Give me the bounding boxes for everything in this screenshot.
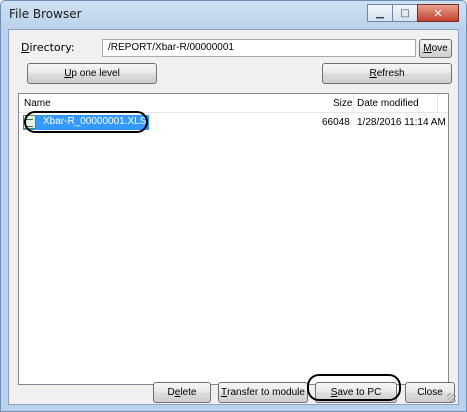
- delete-button[interactable]: De lete: [153, 382, 211, 403]
- window-title: File Browser: [9, 7, 82, 21]
- column-header-size[interactable]: Size: [333, 98, 352, 109]
- file-highlight-annotation: [24, 111, 148, 133]
- file-browser-window: File Browser ▁ □ ✕ Directory: /REPORT/Xb…: [0, 0, 467, 412]
- column-header-date[interactable]: Date modified: [357, 98, 419, 109]
- file-date-cell: 1/28/2016 11:14 AM: [357, 117, 446, 128]
- minimize-button[interactable]: ▁: [367, 4, 393, 22]
- maximize-button[interactable]: □: [392, 4, 418, 22]
- directory-input[interactable]: /REPORT/Xbar-R/00000001: [102, 39, 416, 57]
- transfer-to-module-button[interactable]: Transfer to module: [218, 382, 308, 403]
- column-separator[interactable]: [353, 94, 354, 113]
- column-header-name[interactable]: Name: [24, 98, 51, 109]
- dialog-body: Directory: /REPORT/Xbar-R/00000001 Move …: [8, 29, 459, 405]
- close-icon: ✕: [433, 6, 443, 20]
- file-size-cell: 66048: [322, 117, 350, 128]
- title-bar[interactable]: File Browser ▁ □ ✕: [1, 1, 466, 27]
- directory-label: Directory:: [21, 41, 75, 54]
- up-one-level-button[interactable]: Up one level: [27, 63, 157, 84]
- file-list[interactable]: Name Size Date modified Xbar-R_00000001.…: [18, 93, 449, 385]
- close-window-button[interactable]: ✕: [417, 4, 459, 22]
- maximize-icon: □: [400, 7, 410, 19]
- column-separator[interactable]: [437, 94, 438, 113]
- window-controls: ▁ □ ✕: [367, 4, 459, 22]
- resize-grip-icon[interactable]: [447, 393, 456, 402]
- minimize-icon: ▁: [376, 7, 384, 19]
- save-highlight-annotation: [307, 374, 401, 401]
- move-button[interactable]: Move: [419, 39, 452, 58]
- refresh-button[interactable]: Refresh: [322, 63, 452, 84]
